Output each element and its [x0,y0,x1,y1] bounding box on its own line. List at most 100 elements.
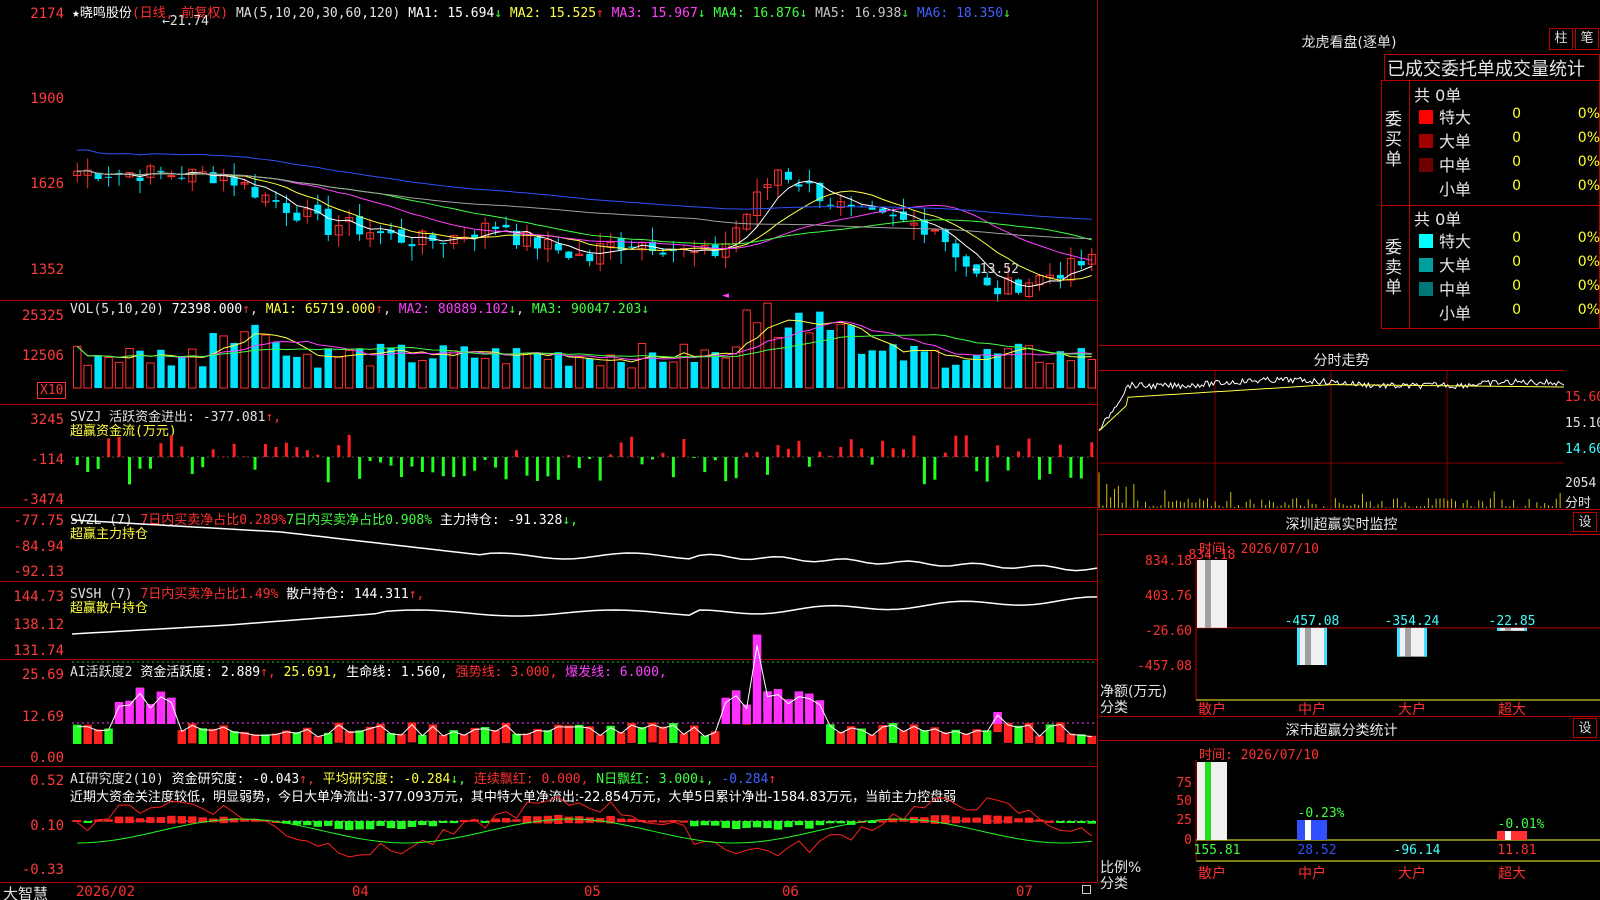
candle-body [826,204,834,206]
ratio-value-label: 11.81 [1497,843,1536,858]
candle-body [565,251,573,258]
price-axis-label: 1900 [30,91,64,107]
candle-body [533,237,541,249]
fund-flow-bar [828,455,832,457]
y-tick-label: 25 [1176,813,1192,828]
activity-bar [355,730,364,744]
svzj-axis-label: -114 [30,452,64,468]
lock-icon[interactable] [1082,885,1091,894]
ratio-value-label: 155.81 [1194,843,1241,858]
volume-bar [721,357,730,389]
activity-bar [575,724,584,744]
volume-bar [795,312,803,388]
bar-view-button[interactable]: 柱 [1549,28,1573,50]
candle-body [952,243,960,258]
volume-bar [94,355,102,388]
volume-chart[interactable] [72,302,1097,402]
candle-body [293,212,301,221]
sz-class-chart[interactable]: 75 50 25 0155.81 散户 -0.23% 28.52 中户 -96.14 大户 -0.0… [1099,760,1600,900]
research-bar [167,815,176,824]
panel-divider [1099,534,1600,535]
intraday-chart[interactable] [1098,371,1565,509]
fund-flow-bar [954,435,958,457]
volume-bar [868,350,876,388]
svzl-axis-label: -77.75 [13,513,64,529]
fund-flow-bar [159,443,163,457]
date-tick: 06 [782,884,799,900]
svzl-chart[interactable] [71,508,1098,580]
volume-bar [847,325,855,388]
activity-bar [208,728,218,744]
candle-body [136,177,144,181]
candle-body [492,226,500,229]
ma-value-1: MA1: 15.694 [408,6,495,21]
main-chart-area[interactable]: ★晓鸣股份(日线, 前复权) MA(5,10,20,30,60,120) MA1… [0,0,1098,900]
intraday-axis: 15.60 [1565,390,1600,405]
fund-flow-bar [180,446,184,457]
candle-body [502,224,510,228]
fund-flow-bar [1006,457,1010,471]
svsh-chart[interactable] [71,582,1098,657]
volume-bar [1045,363,1055,389]
research-bar [428,821,438,827]
sz-monitor-chart[interactable]: 834.18403.76-26.60-457.08834.18散户-457.08… [1099,548,1600,718]
ai-activity-chart[interactable] [72,634,1097,765]
fund-flow-bar [682,439,686,457]
category-label: 中户 [1298,865,1326,882]
research-bar [418,821,427,825]
volume-bar [617,362,625,388]
tick-view-button[interactable]: 笔 [1575,28,1599,50]
activity-bar [982,730,992,744]
fund-flow-bar [347,434,351,457]
ma-values: MA1: 15.694↓ MA2: 15.525↑ MA3: 15.967↓ M… [408,6,1011,21]
activity-bar [491,729,500,744]
sz-monitor-settings-button[interactable]: 设 [1573,512,1597,532]
volume-bar [773,336,783,389]
sz-monitor-xlabel: 分类 [1100,700,1128,716]
sz-class-settings-button[interactable]: 设 [1573,718,1597,738]
fund-flow-bar [734,457,738,479]
activity-bar [93,729,103,744]
research-bar [512,819,521,822]
star-icon[interactable]: ★ [72,6,80,21]
volume-bar [679,343,689,389]
color-swatch [1419,110,1433,124]
candle-body [272,200,280,202]
fund-flow-bar [849,439,853,457]
fund-flow-bar [201,457,205,468]
research-bar [146,817,155,823]
candle-body [962,256,970,267]
volume-bar [543,358,553,389]
volume-bar [972,355,981,388]
svzj-chart[interactable] [72,405,1097,505]
research-bar [721,821,730,828]
fund-flow-bar [138,457,142,469]
brand-label: 大智慧 [3,885,49,900]
ma-line [77,170,1092,288]
candle-body [377,231,385,234]
category-label: 超大 [1498,866,1526,882]
research-bar [951,816,961,824]
net-amount-bar-edge [1297,627,1300,665]
order-count: 0 [1512,278,1521,294]
ma-arrow: ↓ [494,6,503,21]
candle-body [784,171,792,180]
ai-research-chart[interactable] [72,767,1097,882]
candlestick-chart[interactable]: ◄ [72,20,1097,302]
activity-bar [836,731,845,744]
order-percent: 0% [1577,278,1600,294]
research-bar [773,821,783,830]
research-bar [679,820,689,823]
volume-bar [878,350,887,388]
candle-body [1056,274,1064,279]
fund-flow-bar [902,449,906,457]
net-amount-bar [1397,627,1427,657]
intraday-title: 分时走势 [1313,353,1370,369]
ratio-bar-shade [1505,831,1511,840]
fund-flow-bar [420,457,424,472]
order-size-label: 特大 [1439,232,1472,251]
fund-flow-bar [473,457,477,471]
color-swatch [1419,158,1433,172]
order-row: 中单 [1419,276,1471,300]
volume-bar [690,361,699,388]
